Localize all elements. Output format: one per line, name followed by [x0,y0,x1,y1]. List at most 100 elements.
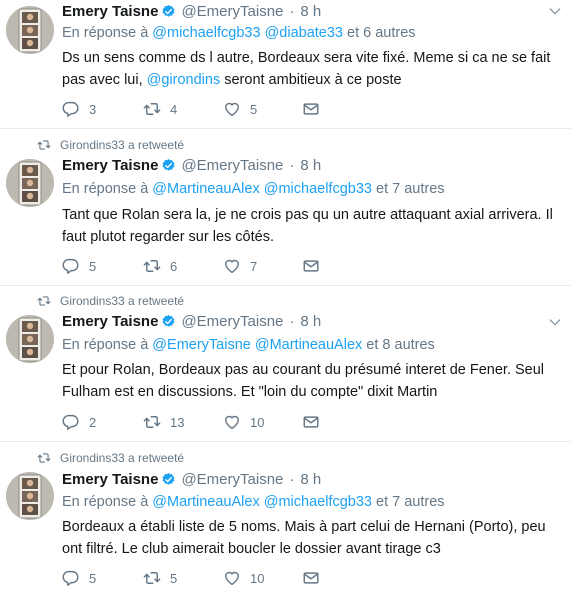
avatar[interactable] [6,315,54,363]
like-count: 7 [250,258,258,274]
direct-message-button[interactable] [302,412,329,432]
like-button[interactable]: 7 [223,256,257,276]
reply-count: 5 [89,258,97,274]
like-button[interactable]: 5 [223,99,257,119]
reply-more[interactable]: et 8 autres [366,337,435,353]
chevron-down-icon[interactable] [547,3,563,19]
username[interactable]: @EmeryTaisne [181,313,283,330]
retweeter-text[interactable]: Girondins33 a retweeté [60,451,184,465]
mention-link[interactable]: @MartineauAlex [152,181,259,197]
tweet-header: Emery Taisne @EmeryTaisne · 8 h [62,1,321,21]
retweet-count: 6 [170,258,178,274]
reply-context: En réponse à @EmeryTaisne @MartineauAlex… [62,337,435,355]
username[interactable]: @EmeryTaisne [181,471,283,488]
retweet-icon [143,257,161,275]
reply-button[interactable]: 5 [62,256,96,276]
reply-more[interactable]: et 6 autres [347,25,416,41]
tweet-text: Tant que Rolan sera la, je ne crois pas … [62,207,553,245]
direct-message-button[interactable] [302,99,329,119]
reply-context: En réponse à @MartineauAlex @michaelfcgb… [62,181,445,199]
mention-link[interactable]: @michaelfcgb33 [264,181,372,197]
retweet-icon [143,413,161,431]
separator-dot: · [289,470,295,488]
separator-dot: · [289,156,295,174]
heart-icon [223,257,241,275]
retweet-context: Girondins33 a retweeté [37,294,184,308]
retweeter-text[interactable]: Girondins33 a retweeté [60,294,184,308]
retweet-icon [37,451,51,465]
mention-link[interactable]: @MartineauAlex [255,337,362,353]
timestamp[interactable]: 8 h [300,313,321,330]
retweet-button[interactable]: 13 [143,412,184,432]
tweet-actions: 3 4 5 [62,99,362,119]
reply-prefix: En réponse à [62,181,149,197]
heart-icon [223,569,241,587]
tweet[interactable]: Emery Taisne @EmeryTaisne · 8 h En répon… [0,0,571,129]
retweet-count: 4 [170,101,178,117]
reply-count: 3 [89,101,97,117]
mention-link[interactable]: @MartineauAlex [152,494,259,510]
tweet-text-part: seront ambitieux à ce poste [220,72,402,88]
mention-link[interactable]: @EmeryTaisne [152,337,251,353]
tweet-actions: 5 5 10 [62,568,362,588]
reply-prefix: En réponse à [62,25,149,41]
like-count: 10 [250,414,265,430]
reply-more[interactable]: et 7 autres [376,181,445,197]
tweet-text: Et pour Rolan, Bordeaux pas au courant d… [62,362,545,400]
retweet-context: Girondins33 a retweeté [37,138,184,152]
reply-count: 2 [89,414,97,430]
envelope-icon [302,413,320,431]
display-name[interactable]: Emery Taisne [62,471,158,488]
reply-button[interactable]: 5 [62,568,96,588]
verified-badge-icon [161,314,176,329]
avatar[interactable] [6,159,54,207]
verified-badge-icon [161,4,176,19]
reply-more[interactable]: et 7 autres [376,494,445,510]
timestamp[interactable]: 8 h [300,157,321,174]
heart-icon [223,413,241,431]
mention-link[interactable]: @michaelfcgb33 [264,494,372,510]
tweet[interactable]: Girondins33 a retweeté Emery Taisne @Eme… [0,442,571,596]
retweet-button[interactable]: 4 [143,99,177,119]
like-count: 5 [250,101,258,117]
avatar[interactable] [6,472,54,520]
retweet-button[interactable]: 6 [143,256,177,276]
tweet-header: Emery Taisne @EmeryTaisne · 8 h [62,311,321,331]
username[interactable]: @EmeryTaisne [181,3,283,20]
username[interactable]: @EmeryTaisne [181,157,283,174]
display-name[interactable]: Emery Taisne [62,157,158,174]
reply-icon [62,100,80,118]
tweet-header: Emery Taisne @EmeryTaisne · 8 h [62,469,321,489]
retweet-count: 5 [170,570,178,586]
envelope-icon [302,569,320,587]
reply-button[interactable]: 2 [62,412,96,432]
avatar[interactable] [6,6,54,54]
like-button[interactable]: 10 [223,412,264,432]
mention-link[interactable]: @girondins [147,72,221,88]
display-name[interactable]: Emery Taisne [62,3,158,20]
mention-link[interactable]: @michaelfcgb33 [152,25,260,41]
direct-message-button[interactable] [302,568,329,588]
retweet-count: 13 [170,414,185,430]
tweet[interactable]: Girondins33 a retweeté Emery Taisne @Eme… [0,129,571,286]
timestamp[interactable]: 8 h [300,471,321,488]
retweeter-text[interactable]: Girondins33 a retweeté [60,138,184,152]
tweet-text: Bordeaux a établi liste de 5 noms. Mais … [62,519,546,557]
envelope-icon [302,257,320,275]
envelope-icon [302,100,320,118]
reply-icon [62,413,80,431]
chevron-down-icon[interactable] [547,314,563,330]
display-name[interactable]: Emery Taisne [62,313,158,330]
like-button[interactable]: 10 [223,568,264,588]
timestamp[interactable]: 8 h [300,3,321,20]
reply-button[interactable]: 3 [62,99,96,119]
retweet-button[interactable]: 5 [143,568,177,588]
mention-link[interactable]: @diabate33 [265,25,343,41]
reply-context: En réponse à @MartineauAlex @michaelfcgb… [62,494,445,512]
timeline: Emery Taisne @EmeryTaisne · 8 h En répon… [0,0,571,596]
tweet-text: Ds un sens comme ds l autre, Bordeaux se… [62,47,562,91]
verified-badge-icon [161,472,176,487]
retweet-icon [37,138,51,152]
direct-message-button[interactable] [302,256,329,276]
tweet[interactable]: Girondins33 a retweeté Emery Taisne @Eme… [0,286,571,442]
